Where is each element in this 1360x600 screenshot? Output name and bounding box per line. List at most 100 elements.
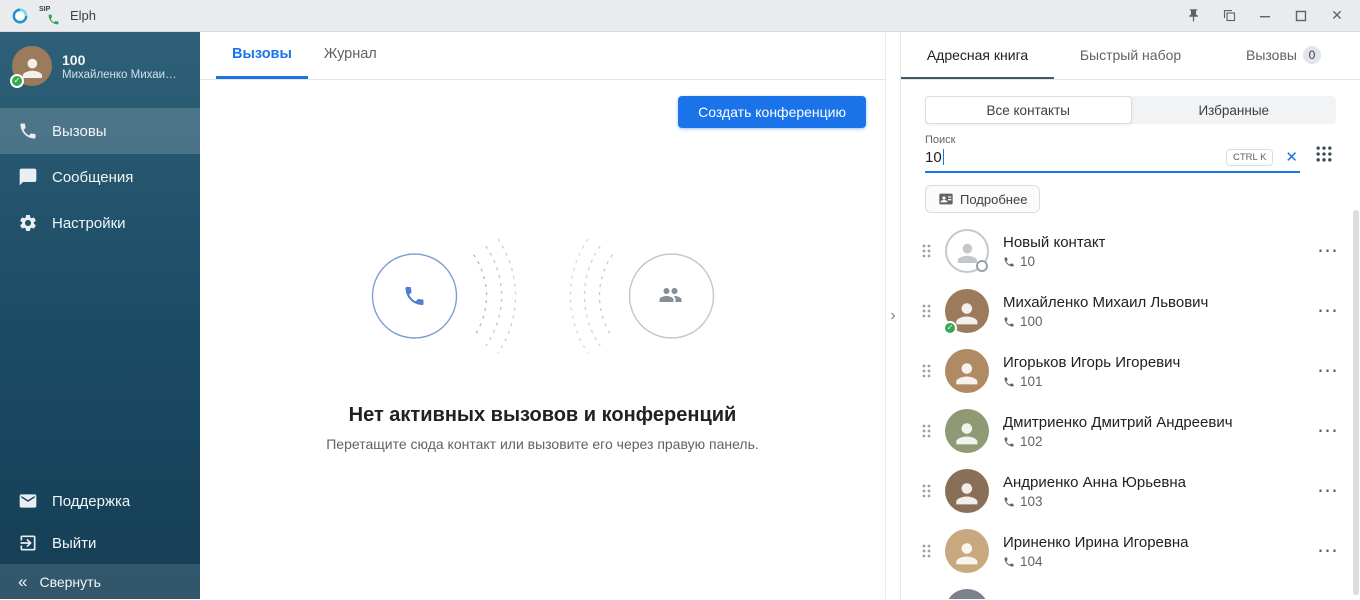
user-profile[interactable]: ✓ 100 Михайленко Михаи… <box>0 32 200 102</box>
search-row: Поиск 10 CTRL K ✕ <box>925 134 1336 173</box>
contact-menu-icon[interactable]: ⋯ <box>1313 302 1342 320</box>
sidebar: ✓ 100 Михайленко Михаи… Вызовы Сообщения… <box>0 32 200 599</box>
contact-number: 102 <box>1020 434 1043 449</box>
drag-handle-icon[interactable] <box>921 423 931 439</box>
chevron-right-icon[interactable]: › <box>890 307 895 325</box>
contact-row[interactable]: Андриенко Анна Юрьевна 103 ⋯ <box>901 461 1360 521</box>
contact-row[interactable]: ✓ Михайленко Михаил Львович 100 ⋯ <box>901 281 1360 341</box>
online-status-badge: ✓ <box>10 74 24 88</box>
contact-row[interactable]: Петренко Пётр Петрович ⋯ <box>901 581 1360 599</box>
sidebar-item-logout[interactable]: Выйти <box>0 522 200 564</box>
contact-menu-icon[interactable]: ⋯ <box>1313 422 1342 440</box>
drag-handle-icon[interactable] <box>921 363 931 379</box>
empty-state-subtitle: Перетащите сюда контакт или вызовите его… <box>200 436 885 452</box>
minimize-icon[interactable] <box>1252 5 1278 27</box>
phone-icon <box>18 121 38 141</box>
app-title: Elph <box>70 8 96 23</box>
contact-avatar <box>945 349 989 393</box>
create-conference-button[interactable]: Создать конференцию <box>678 96 866 128</box>
phone-icon <box>1003 316 1015 328</box>
contact-row[interactable]: Ириненко Ирина Игоревна 104 ⋯ <box>901 521 1360 581</box>
phone-icon <box>1003 376 1015 388</box>
titlebar: SIP Elph ✕ <box>0 0 1360 32</box>
maximize-icon[interactable] <box>1288 5 1314 27</box>
sidebar-item-label: Настройки <box>52 215 126 232</box>
search-input[interactable]: Поиск 10 CTRL K ✕ <box>925 134 1300 173</box>
sip-phone-icon: SIP <box>38 6 60 26</box>
always-on-top-icon[interactable] <box>1216 5 1242 27</box>
contact-menu-icon[interactable]: ⋯ <box>1313 482 1342 500</box>
sidebar-item-label: Сообщения <box>52 169 133 186</box>
pin-icon[interactable] <box>1180 5 1206 27</box>
drag-handle-icon[interactable] <box>921 483 931 499</box>
panel-gutter: › <box>885 32 900 599</box>
contact-name: Дмитриенко Дмитрий Андреевич <box>1003 413 1233 433</box>
phone-icon <box>1003 496 1015 508</box>
contact-card-icon <box>938 191 954 207</box>
shortcut-hint: CTRL K <box>1226 149 1273 166</box>
right-panel: Адресная книга Быстрый набор Вызовы 0 Вс… <box>900 32 1360 599</box>
tab-label: Быстрый набор <box>1080 47 1181 63</box>
window-controls: ✕ <box>1180 5 1350 27</box>
user-name: Михайленко Михаи… <box>62 69 177 81</box>
chat-icon <box>18 167 38 187</box>
tab-address-book[interactable]: Адресная книга <box>901 32 1054 79</box>
contact-menu-icon[interactable]: ⋯ <box>1313 242 1342 260</box>
tab-label: Адресная книга <box>927 47 1028 63</box>
sidebar-item-support[interactable]: Поддержка <box>0 480 200 522</box>
contact-avatar: ✓ <box>945 289 989 333</box>
user-extension: 100 <box>62 52 177 69</box>
search-label: Поиск <box>925 134 1300 146</box>
text-caret <box>943 149 945 165</box>
contact-number-row: 10 <box>1003 254 1105 269</box>
gear-icon <box>18 213 38 233</box>
collapse-sidebar-button[interactable]: « Свернуть <box>0 564 200 599</box>
contact-name: Ириненко Ирина Игоревна <box>1003 533 1189 553</box>
contact-menu-icon[interactable]: ⋯ <box>1313 542 1342 560</box>
logout-icon <box>18 533 38 553</box>
sidebar-menu: Вызовы Сообщения Настройки <box>0 108 200 246</box>
contact-row[interactable]: Новый контакт 10 ⋯ <box>901 221 1360 281</box>
app-logo-icon <box>10 6 30 26</box>
drag-handle-icon[interactable] <box>921 243 931 259</box>
tab-speed-dial[interactable]: Быстрый набор <box>1054 32 1207 79</box>
contact-name: Игорьков Игорь Игоревич <box>1003 353 1180 373</box>
segment-favorites[interactable]: Избранные <box>1132 96 1337 124</box>
tab-journal[interactable]: Журнал <box>308 32 393 79</box>
sidebar-item-settings[interactable]: Настройки <box>0 200 200 246</box>
contact-avatar <box>945 409 989 453</box>
collapse-label: Свернуть <box>39 574 100 590</box>
contact-menu-icon[interactable]: ⋯ <box>1313 362 1342 380</box>
status-badge <box>976 260 988 272</box>
contact-number-row: 101 <box>1003 374 1180 389</box>
contact-row[interactable]: Дмитриенко Дмитрий Андреевич 102 ⋯ <box>901 401 1360 461</box>
user-avatar: ✓ <box>12 46 52 86</box>
tab-calls-right[interactable]: Вызовы 0 <box>1207 32 1360 79</box>
main-panel: Вызовы Журнал Создать конференцию Нет ак… <box>200 32 885 599</box>
dialpad-icon[interactable] <box>1312 142 1336 169</box>
contact-avatar <box>945 589 989 599</box>
clear-search-icon[interactable]: ✕ <box>1283 148 1300 166</box>
contact-number: 10 <box>1020 254 1035 269</box>
phone-icon <box>1003 256 1015 268</box>
close-icon[interactable]: ✕ <box>1324 5 1350 27</box>
sidebar-item-calls[interactable]: Вызовы <box>0 108 200 154</box>
segment-all-contacts[interactable]: Все контакты <box>925 96 1132 124</box>
details-button[interactable]: Подробнее <box>925 185 1040 213</box>
right-tabbar: Адресная книга Быстрый набор Вызовы 0 <box>901 32 1360 80</box>
contact-avatar <box>945 229 989 273</box>
phone-icon <box>1003 436 1015 448</box>
contact-list: Новый контакт 10 ⋯ ✓ Михайленко Михаил Л… <box>901 221 1360 599</box>
sidebar-item-messages[interactable]: Сообщения <box>0 154 200 200</box>
contact-avatar <box>945 469 989 513</box>
drag-handle-icon[interactable] <box>921 543 931 559</box>
contact-number-row: 103 <box>1003 494 1186 509</box>
status-badge: ✓ <box>943 321 957 335</box>
scrollbar[interactable] <box>1353 210 1359 595</box>
calls-count-badge: 0 <box>1303 46 1321 64</box>
sidebar-bottom: Поддержка Выйти « Свернуть <box>0 480 200 599</box>
tab-calls[interactable]: Вызовы <box>216 32 308 79</box>
drag-handle-icon[interactable] <box>921 303 931 319</box>
contact-row[interactable]: Игорьков Игорь Игоревич 101 ⋯ <box>901 341 1360 401</box>
empty-calls-illustration <box>361 236 724 356</box>
